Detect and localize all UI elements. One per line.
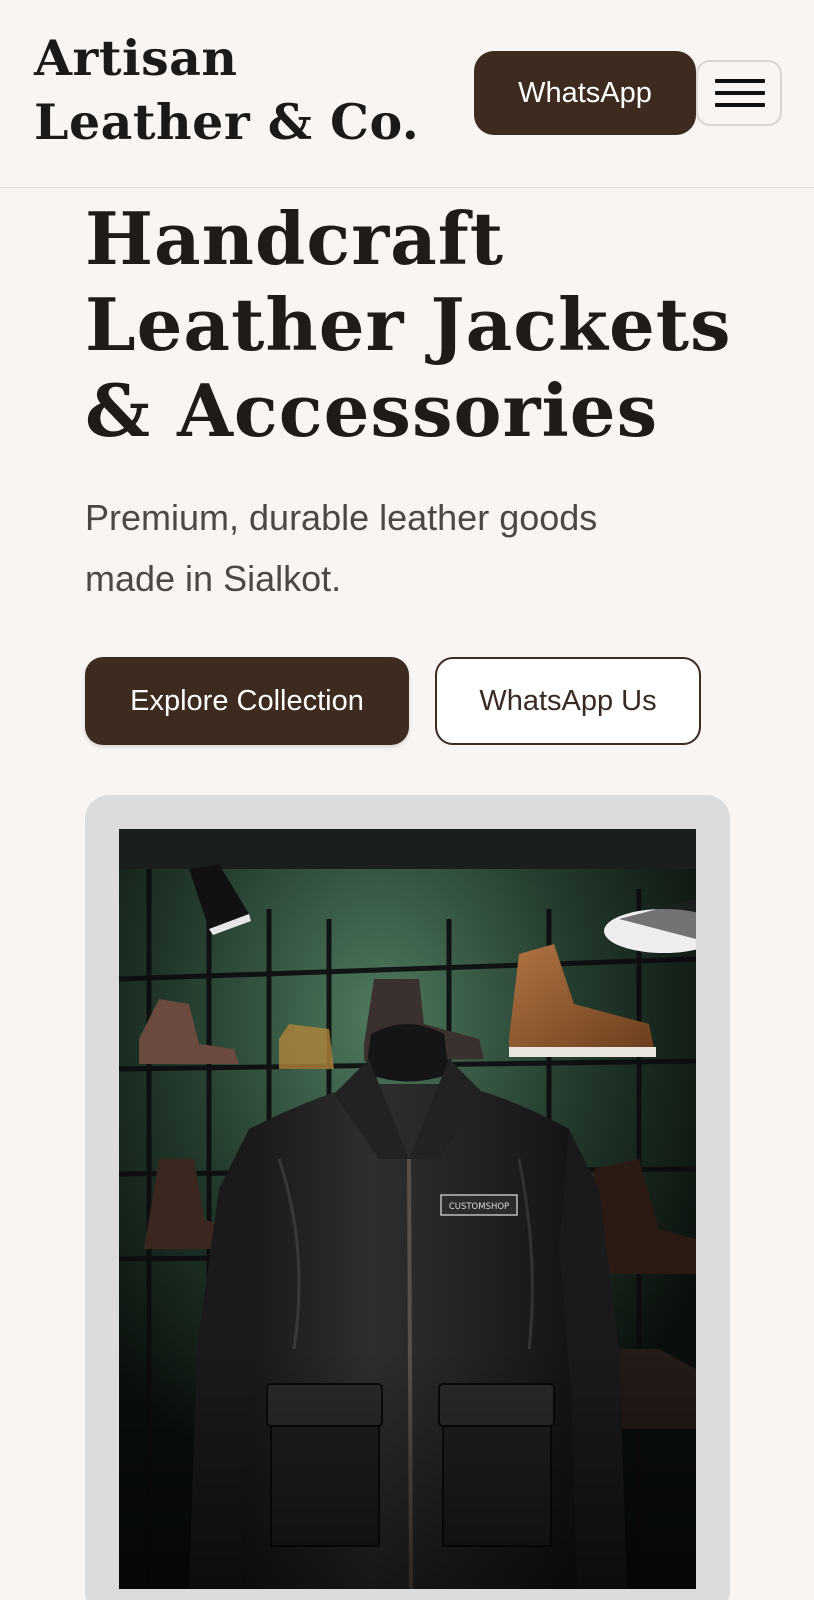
header-whatsapp-button[interactable]: WhatsApp (474, 51, 696, 135)
jacket-patch-text: CUSTOMSHOP (449, 1202, 509, 1212)
leather-jacket-photo: CUSTOMSHOP (119, 829, 696, 1589)
hero-image-card: CUSTOMSHOP (85, 795, 730, 1600)
explore-collection-button[interactable]: Explore Collection (85, 657, 409, 745)
brand-logo[interactable]: Artisan Leather & Co. (34, 26, 464, 154)
hero-subtitle: Premium, durable leather goods made in S… (85, 497, 598, 599)
menu-toggle-button[interactable] (696, 60, 782, 126)
site-header: Artisan Leather & Co. WhatsApp (0, 0, 814, 188)
hero-title: Handcraft Leather Jackets & Accessories (85, 196, 732, 453)
whatsapp-us-button[interactable]: WhatsApp Us (435, 657, 701, 745)
